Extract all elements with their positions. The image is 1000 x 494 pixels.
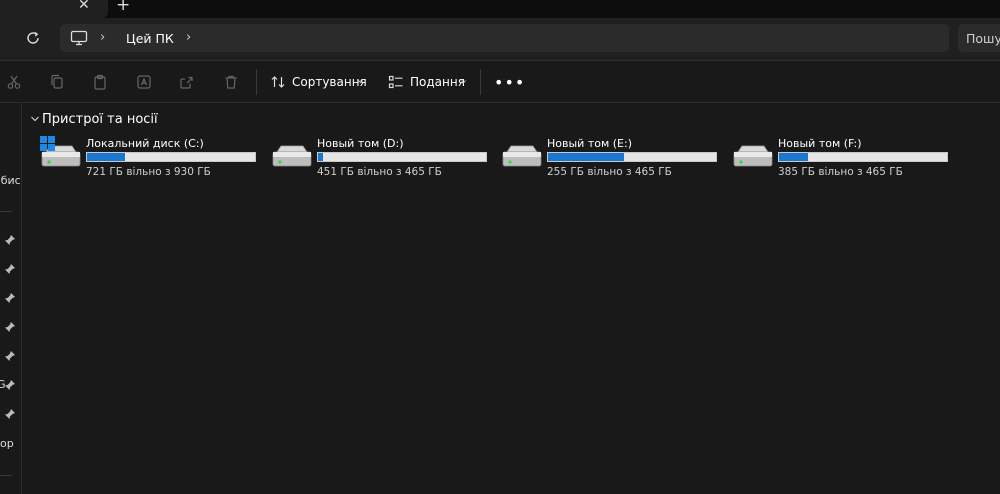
drive-free-space: 385 ГБ вільно з 465 ГБ (778, 166, 903, 178)
pin-icon[interactable] (4, 263, 16, 275)
chevron-down-icon[interactable] (30, 112, 40, 126)
divider (0, 211, 12, 212)
drive-name: Новый том (D:) (317, 137, 404, 150)
command-bar: Сортування ⌄ Подання ⌄ ••• (0, 61, 1000, 103)
chevron-down-icon: ⌄ (459, 73, 469, 86)
new-tab-button[interactable]: + (116, 0, 130, 15)
monitor-icon (70, 30, 88, 46)
chevron-right-icon[interactable]: › (186, 30, 191, 45)
group-title: Пристрої та носії (42, 112, 158, 127)
drive-usage-fill (779, 153, 808, 161)
drive-free-space: 255 ГБ вільно з 465 ГБ (547, 166, 672, 178)
toolbar-separator (480, 69, 481, 95)
drive-usage-fill (318, 153, 324, 161)
drive-free-space: 721 ГБ вільно з 930 ГБ (86, 166, 211, 178)
view-button[interactable]: Подання ⌄ (386, 70, 472, 94)
pin-icon[interactable] (4, 408, 16, 420)
cut-icon[interactable] (6, 74, 22, 90)
drive-icon (502, 145, 542, 167)
drive-usage-bar (778, 152, 948, 162)
pin-icon[interactable] (4, 350, 16, 362)
address-row: › Цей ПК › Пошу (0, 18, 1000, 60)
address-bar[interactable]: › Цей ПК › (60, 24, 949, 52)
search-box[interactable]: Пошу (958, 24, 1000, 52)
drive-free-space: 451 ГБ вільно з 465 ГБ (317, 166, 442, 178)
tab-active[interactable]: ✕ (0, 0, 108, 18)
chevron-down-icon: ⌄ (356, 73, 366, 86)
paste-icon[interactable] (92, 74, 108, 90)
drive-name: Новый том (F:) (778, 137, 862, 150)
sidebar-item-label[interactable]: cop (0, 437, 14, 450)
chevron-right-icon[interactable]: › (100, 30, 105, 45)
drive-name: Локальний диск (C:) (86, 137, 204, 150)
drive-name: Новый том (E:) (547, 137, 632, 150)
drive-usage-fill (87, 153, 125, 161)
breadcrumb-this-pc[interactable]: Цей ПК (126, 31, 174, 46)
copy-icon[interactable] (49, 74, 65, 90)
drive-tile[interactable]: Новый том (E:) 255 ГБ вільно з 465 ГБ (501, 136, 721, 180)
pin-icon[interactable] (4, 234, 16, 246)
divider (0, 475, 12, 476)
search-placeholder: Пошу (966, 31, 1000, 46)
drive-icon (733, 145, 773, 167)
drive-tile[interactable]: Новый том (F:) 385 ГБ вільно з 465 ГБ (732, 136, 952, 180)
pin-icon[interactable] (4, 321, 16, 333)
navigation-pane: обис G cop (0, 103, 22, 494)
view-label: Подання (410, 75, 465, 89)
view-list-icon (388, 75, 403, 89)
drive-usage-bar (86, 152, 256, 162)
pin-icon[interactable] (4, 379, 16, 391)
delete-icon[interactable] (223, 74, 239, 90)
sort-icon (271, 76, 285, 88)
divider (0, 102, 1000, 103)
share-icon[interactable] (179, 74, 195, 90)
refresh-icon[interactable] (24, 29, 42, 47)
more-options-button[interactable]: ••• (494, 73, 524, 92)
drive-tile[interactable]: Новый том (D:) 451 ГБ вільно з 465 ГБ (271, 136, 491, 180)
drive-icon (272, 145, 312, 167)
drive-usage-bar (317, 152, 487, 162)
toolbar-separator (256, 69, 257, 95)
system-drive-icon (40, 136, 81, 167)
drive-usage-fill (548, 153, 624, 161)
drive-usage-bar (547, 152, 717, 162)
drive-tile[interactable]: Локальний диск (C:) 721 ГБ вільно з 930 Г… (40, 136, 260, 180)
rename-icon[interactable] (136, 74, 152, 90)
pin-icon[interactable] (4, 292, 16, 304)
sidebar-item-label[interactable]: обис (0, 174, 21, 187)
tab-bar: ✕ + (0, 0, 1000, 18)
sort-button[interactable]: Сортування ⌄ (268, 70, 368, 94)
close-icon[interactable]: ✕ (78, 0, 90, 13)
